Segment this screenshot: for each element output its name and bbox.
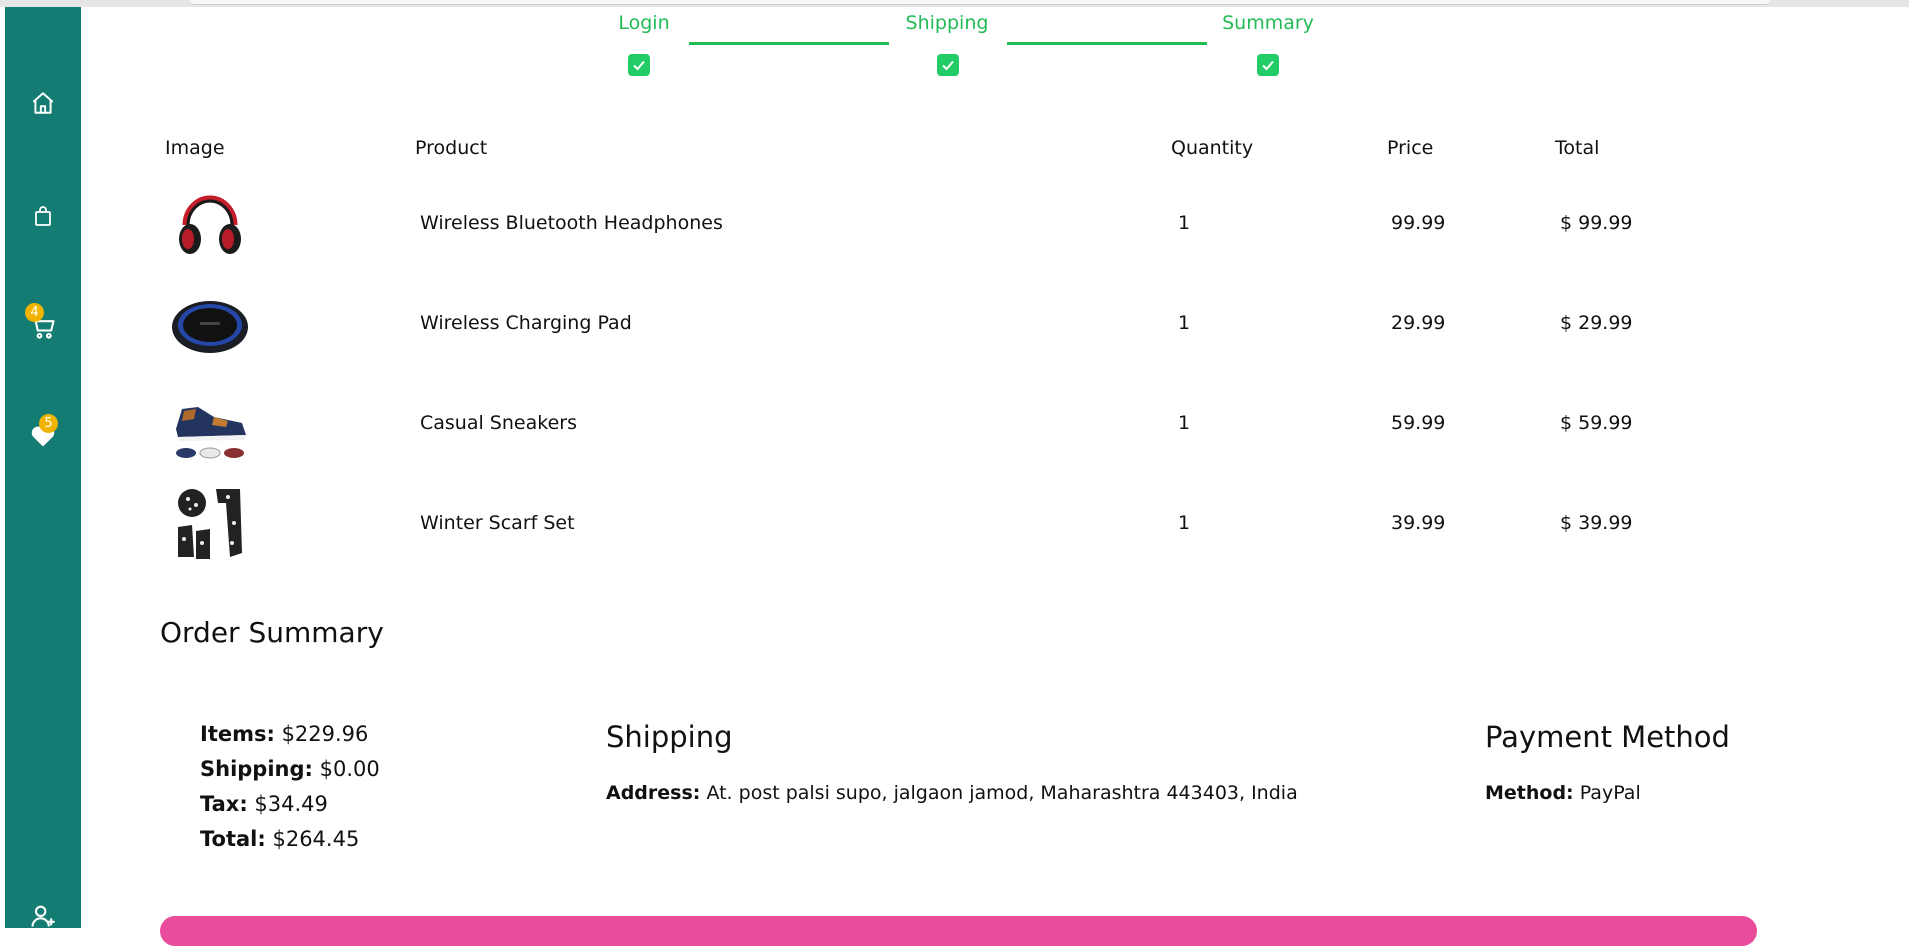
product-quantity: 1 (1178, 212, 1191, 234)
table-row: Wireless Bluetooth Headphones 1 99.99 $ … (160, 178, 1680, 268)
product-name: Casual Sneakers (420, 412, 577, 434)
product-name: Winter Scarf Set (420, 512, 575, 534)
shipping-label: Shipping: (200, 757, 313, 781)
grand-total-line: Total: $264.45 (200, 827, 359, 851)
sidebar-item-shop[interactable] (27, 200, 59, 232)
place-order-button[interactable] (160, 916, 1757, 946)
product-price: 29.99 (1391, 312, 1446, 334)
column-header-product: Product (415, 137, 488, 159)
step-connector (689, 42, 889, 45)
step-label-login: Login (618, 12, 670, 34)
sidebar-item-cart[interactable]: 4 (25, 303, 59, 343)
total-value: $264.45 (272, 827, 360, 851)
tax-label: Tax: (200, 792, 248, 816)
column-header-quantity: Quantity (1171, 137, 1254, 159)
check-icon (942, 60, 954, 71)
cart-count-badge: 4 (25, 303, 44, 322)
order-summary-heading: Order Summary (160, 616, 384, 649)
product-total: $ 59.99 (1560, 412, 1633, 434)
step-connector (1007, 42, 1207, 45)
product-image-headphones (179, 195, 241, 254)
check-icon (1262, 60, 1274, 71)
address-label: Address: (606, 782, 701, 804)
items-value: $229.96 (281, 722, 369, 746)
product-name: Wireless Bluetooth Headphones (420, 212, 723, 234)
step-check-shipping (937, 54, 959, 76)
total-label: Total: (200, 827, 266, 851)
favorites-count-badge: 5 (39, 414, 58, 433)
product-quantity: 1 (1178, 312, 1191, 334)
column-header-price: Price (1387, 137, 1434, 159)
product-price: 59.99 (1391, 412, 1446, 434)
step-check-login (628, 54, 650, 76)
address-value: At. post palsi supo, jalgaon jamod, Maha… (706, 782, 1298, 804)
table-row: Casual Sneakers 1 59.99 $ 59.99 (160, 378, 1680, 468)
step-label-shipping: Shipping (905, 12, 989, 34)
items-label: Items: (200, 722, 275, 746)
product-total: $ 39.99 (1560, 512, 1633, 534)
shipping-address: Address: At. post palsi supo, jalgaon ja… (606, 782, 1298, 804)
sidebar-item-favorites[interactable]: 5 (27, 414, 59, 452)
product-quantity: 1 (1178, 512, 1191, 534)
sidebar: 4 5 (5, 7, 81, 928)
product-price: 39.99 (1391, 512, 1446, 534)
address-bar-edge (190, 0, 1770, 5)
tax-value: $34.49 (254, 792, 328, 816)
payment-method: Method: PayPal (1485, 782, 1641, 804)
items-total-line: Items: $229.96 (200, 722, 368, 746)
home-icon (32, 92, 54, 114)
check-icon (633, 60, 645, 71)
table-row: Winter Scarf Set 1 39.99 $ 39.99 (160, 478, 1680, 568)
sidebar-item-account[interactable] (27, 900, 59, 932)
product-quantity: 1 (1178, 412, 1191, 434)
step-check-summary (1257, 54, 1279, 76)
shipping-total-line: Shipping: $0.00 (200, 757, 380, 781)
method-label: Method: (1485, 782, 1574, 804)
product-image-scarf-set (178, 489, 242, 559)
product-total: $ 99.99 (1560, 212, 1633, 234)
method-value: PayPal (1579, 782, 1641, 804)
shipping-value: $0.00 (319, 757, 380, 781)
payment-method-heading: Payment Method (1485, 720, 1730, 754)
product-image-sneakers (176, 407, 246, 459)
column-header-total: Total (1555, 137, 1600, 159)
product-image-charging-pad (172, 301, 248, 353)
step-label-summary: Summary (1222, 12, 1314, 34)
sidebar-item-home[interactable] (27, 87, 59, 119)
column-header-image: Image (165, 137, 225, 159)
shopping-bag-icon (35, 206, 51, 226)
browser-top-bar (0, 0, 1909, 7)
shipping-heading: Shipping (606, 720, 733, 754)
product-name: Wireless Charging Pad (420, 312, 632, 334)
product-total: $ 29.99 (1560, 312, 1633, 334)
tax-total-line: Tax: $34.49 (200, 792, 328, 816)
table-row: Wireless Charging Pad 1 29.99 $ 29.99 (160, 278, 1680, 368)
user-plus-icon (31, 905, 55, 927)
product-price: 99.99 (1391, 212, 1446, 234)
